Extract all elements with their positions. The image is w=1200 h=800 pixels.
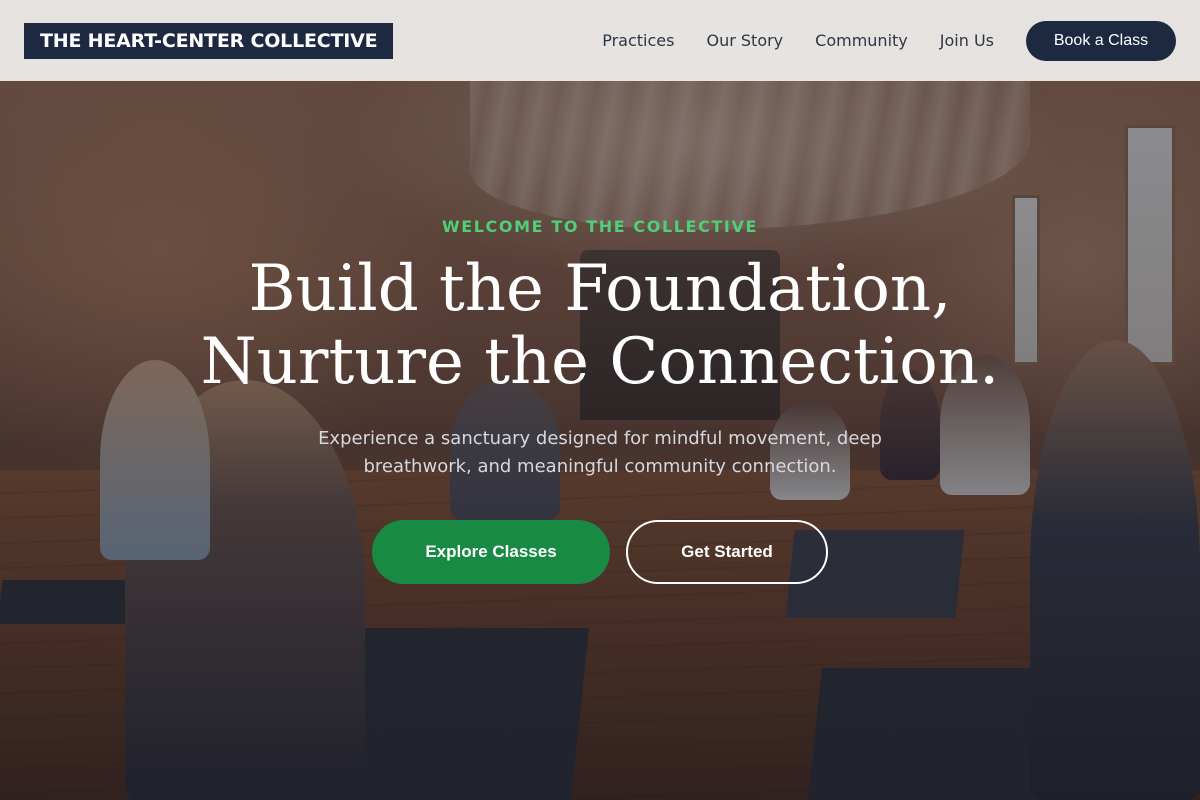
hero-headline: Build the Foundation, Nurture the Connec… <box>0 253 1200 399</box>
hero-cta-group: Explore Classes Get Started <box>0 520 1200 584</box>
hero-eyebrow: WELCOME TO THE COLLECTIVE <box>441 217 758 236</box>
explore-classes-button[interactable]: Explore Classes <box>372 520 610 584</box>
hero-headline-line-2: Nurture the Connection. <box>200 325 1000 399</box>
hero-subtext: Experience a sanctuary designed for mind… <box>318 428 882 477</box>
hero-headline-line-1: Build the Foundation, <box>248 252 952 326</box>
hero-section: WELCOME TO THE COLLECTIVE Build the Foun… <box>0 0 1200 800</box>
get-started-button[interactable]: Get Started <box>626 520 828 584</box>
